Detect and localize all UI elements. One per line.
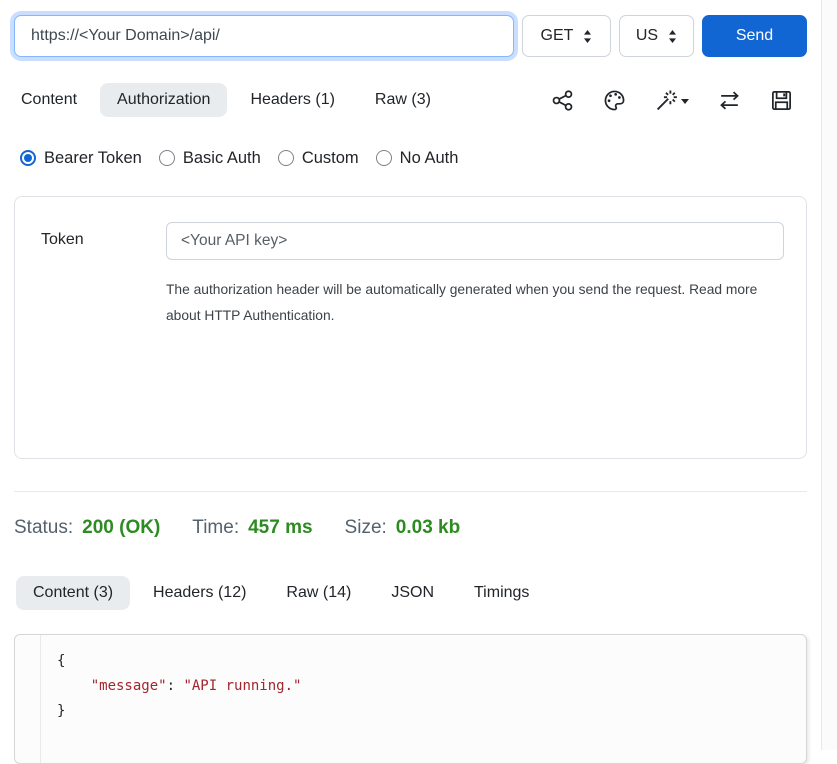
chevron-expand-icon	[583, 30, 592, 43]
request-tabs-row: Content Authorization Headers (1) Raw (3…	[4, 83, 807, 117]
token-label: Token	[41, 222, 166, 328]
radio-dot	[159, 150, 175, 166]
time-label: Time:	[192, 517, 239, 539]
radio-no-auth[interactable]: No Auth	[376, 149, 459, 168]
region-select-value: US	[636, 27, 658, 45]
time-value: 457 ms	[248, 517, 312, 539]
response-summary: Status: 200 (OK) Time: 457 ms Size: 0.03…	[14, 517, 807, 539]
palette-icon[interactable]	[603, 89, 626, 112]
method-select[interactable]: GET	[522, 15, 611, 57]
request-toolbar	[551, 89, 807, 112]
json-indent	[57, 678, 91, 694]
radio-label: Custom	[302, 149, 359, 168]
tab-request-headers[interactable]: Headers (1)	[233, 83, 351, 117]
region-select[interactable]: US	[619, 15, 694, 57]
tab-response-content[interactable]: Content (3)	[16, 576, 130, 610]
tab-request-raw[interactable]: Raw (3)	[358, 83, 448, 117]
radio-custom[interactable]: Custom	[278, 149, 359, 168]
token-input[interactable]	[166, 222, 784, 260]
radio-bearer-token[interactable]: Bearer Token	[20, 149, 142, 168]
swap-arrows-icon[interactable]	[718, 89, 741, 112]
send-button[interactable]: Send	[702, 15, 807, 57]
save-icon[interactable]	[770, 89, 793, 112]
radio-label: Basic Auth	[183, 149, 261, 168]
json-brace: {	[57, 653, 65, 669]
response-tabs-row: Content (3) Headers (12) Raw (14) JSON T…	[16, 576, 807, 610]
chevron-expand-icon	[668, 30, 677, 43]
bearer-token-panel: Token The authorization header will be a…	[14, 196, 807, 459]
json-separator: :	[167, 678, 184, 694]
url-input[interactable]	[14, 15, 514, 57]
api-client-app: GET US Send Content Authorization Header…	[0, 0, 822, 750]
radio-dot	[20, 150, 36, 166]
status-value: 200 (OK)	[82, 517, 160, 539]
response-json: { "message": "API running." }	[41, 635, 301, 763]
radio-dot	[376, 150, 392, 166]
magic-wand-dropdown-icon[interactable]	[655, 89, 689, 112]
page-right-gutter	[822, 0, 837, 750]
json-key: "message"	[91, 678, 167, 694]
radio-basic-auth[interactable]: Basic Auth	[159, 149, 261, 168]
token-help-text: The authorization header will be automat…	[166, 277, 784, 328]
auth-type-options: Bearer Token Basic Auth Custom No Auth	[20, 148, 807, 168]
caret-down-icon	[681, 99, 689, 104]
json-brace: }	[57, 703, 65, 719]
tab-response-timings[interactable]: Timings	[457, 576, 546, 610]
tab-response-headers[interactable]: Headers (12)	[136, 576, 263, 610]
method-select-value: GET	[541, 27, 574, 45]
tab-response-json[interactable]: JSON	[374, 576, 451, 610]
size-value: 0.03 kb	[396, 517, 460, 539]
json-value: "API running."	[183, 678, 301, 694]
section-divider	[14, 491, 807, 492]
tab-request-authorization[interactable]: Authorization	[100, 83, 227, 117]
share-icon[interactable]	[551, 89, 574, 112]
status-label: Status:	[14, 517, 73, 539]
code-gutter	[15, 635, 41, 763]
request-bar: GET US Send	[14, 15, 807, 57]
tab-request-content[interactable]: Content	[4, 83, 94, 117]
radio-dot	[278, 150, 294, 166]
tab-response-raw[interactable]: Raw (14)	[269, 576, 368, 610]
size-label: Size:	[345, 517, 387, 539]
radio-label: No Auth	[400, 149, 459, 168]
response-body-code-block: { "message": "API running." }	[14, 634, 807, 764]
radio-label: Bearer Token	[44, 149, 142, 168]
